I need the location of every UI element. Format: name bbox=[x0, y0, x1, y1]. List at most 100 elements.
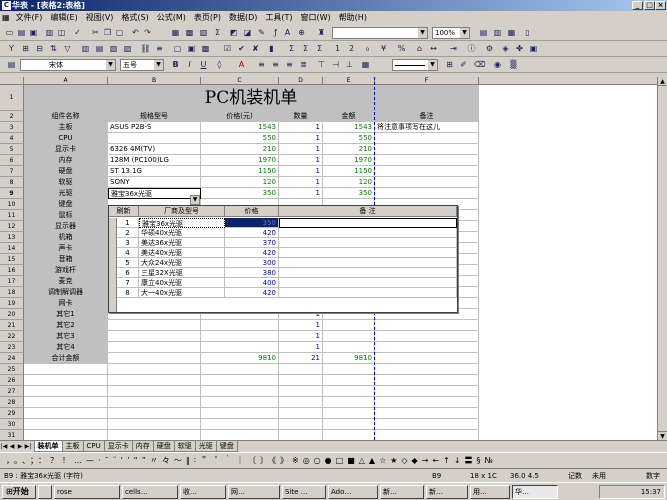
empty-cell[interactable] bbox=[24, 397, 108, 408]
price-cell[interactable]: 350 bbox=[201, 188, 279, 199]
dropdown-item[interactable]: 3 美达36x光驱 370 bbox=[109, 238, 457, 248]
table-icon[interactable]: ▦ bbox=[170, 27, 181, 38]
paste-icon[interactable]: ▢ bbox=[114, 27, 125, 38]
menu-window[interactable]: 窗口(W) bbox=[297, 11, 335, 25]
row-header[interactable]: 22 bbox=[0, 331, 24, 342]
component-cell[interactable]: 其它3 bbox=[24, 331, 108, 342]
spec-cell[interactable] bbox=[108, 320, 201, 331]
row-header[interactable]: 13 bbox=[0, 232, 24, 243]
dropdown-item[interactable]: 7 康立40x光驱 400 bbox=[109, 278, 457, 288]
qty-cell[interactable]: 1 bbox=[279, 320, 323, 331]
amount-cell[interactable]: 210 bbox=[323, 144, 375, 155]
price-cell[interactable]: 1543 bbox=[201, 122, 279, 133]
align-right-icon[interactable]: ≡ bbox=[284, 59, 295, 70]
vertical-scrollbar[interactable]: ▲ ▼ bbox=[657, 77, 667, 440]
spec-cell[interactable] bbox=[108, 353, 201, 364]
doc-icon[interactable]: ▦ bbox=[0, 11, 12, 25]
dropdown-scrollbar[interactable] bbox=[109, 218, 117, 312]
empty-cell[interactable] bbox=[24, 419, 108, 430]
component-cell[interactable]: 鼠标 bbox=[24, 210, 108, 221]
scroll-down-icon[interactable]: ▼ bbox=[658, 431, 667, 440]
taskbar-button[interactable]: cells… bbox=[122, 485, 178, 499]
taskbar-button[interactable]: 用… bbox=[470, 485, 510, 499]
mark-icon[interactable]: ✔ bbox=[236, 43, 247, 54]
qty-cell[interactable]: 1 bbox=[279, 188, 323, 199]
header-note[interactable]: 备注 bbox=[375, 111, 479, 122]
align-left-icon[interactable]: ≡ bbox=[256, 59, 267, 70]
tool-icon[interactable]: ✤ bbox=[514, 43, 525, 54]
component-cell[interactable]: 其它1 bbox=[24, 309, 108, 320]
qty-cell[interactable]: 1 bbox=[279, 155, 323, 166]
settings-icon[interactable]: ⚙ bbox=[484, 43, 495, 54]
component-cell[interactable]: 游戏杆 bbox=[24, 265, 108, 276]
header-price[interactable]: 价格(元) bbox=[201, 111, 279, 122]
note-cell[interactable] bbox=[375, 166, 479, 177]
image-icon[interactable]: ◩ bbox=[228, 27, 239, 38]
sheet-title[interactable]: PC机装机单 bbox=[24, 85, 479, 111]
qty-cell[interactable]: 1 bbox=[279, 144, 323, 155]
empty-cell[interactable] bbox=[24, 430, 108, 440]
macro-icon[interactable]: ▣ bbox=[528, 43, 539, 54]
row-header[interactable]: 9 bbox=[0, 188, 24, 199]
number-icon[interactable]: 1 bbox=[332, 43, 343, 54]
group-icon[interactable]: ◈ bbox=[500, 43, 511, 54]
row-header[interactable]: 17 bbox=[0, 276, 24, 287]
view-doc-icon[interactable]: ▯ bbox=[522, 27, 533, 38]
row-header[interactable]: 29 bbox=[0, 408, 24, 419]
row-header[interactable]: 14 bbox=[0, 243, 24, 254]
row-header[interactable]: 8 bbox=[0, 177, 24, 188]
spec-cell[interactable]: 6326 4M(TV) bbox=[108, 144, 201, 155]
note-cell[interactable] bbox=[375, 155, 479, 166]
border-icon[interactable]: ▣ bbox=[186, 43, 197, 54]
component-cell[interactable]: 其它4 bbox=[24, 342, 108, 353]
refresh-header[interactable]: 刷新 bbox=[109, 206, 139, 217]
tab-floppy[interactable]: 软驱 bbox=[173, 441, 196, 452]
component-cell[interactable]: 键盘 bbox=[24, 199, 108, 210]
italic-icon[interactable]: I bbox=[184, 59, 195, 70]
row-header[interactable]: 11 bbox=[0, 210, 24, 221]
spec-cell[interactable]: ST 13.1G bbox=[108, 166, 201, 177]
empty-cell[interactable] bbox=[108, 386, 201, 397]
app-icon[interactable]: C bbox=[2, 1, 11, 10]
justify-icon[interactable]: ≣ bbox=[298, 59, 309, 70]
row-header[interactable]: 18 bbox=[0, 287, 24, 298]
amount-cell[interactable]: 1543 bbox=[323, 122, 375, 133]
col-header-b[interactable]: B bbox=[108, 77, 201, 85]
qty-cell[interactable]: 21 bbox=[279, 353, 323, 364]
dropdown-item[interactable]: 5 大众24x光驱 300 bbox=[109, 258, 457, 268]
insert-icon[interactable]: Y bbox=[6, 43, 17, 54]
indent-icon[interactable]: ⇥ bbox=[448, 43, 459, 54]
dropdown-item[interactable]: 6 三星32X光驱 380 bbox=[109, 268, 457, 278]
row-insert-icon[interactable]: ▤ bbox=[94, 43, 105, 54]
amount-cell[interactable] bbox=[323, 331, 375, 342]
spec-cell[interactable]: 雅宝36x光驱 bbox=[108, 188, 201, 199]
menu-file[interactable]: 文件(F) bbox=[12, 11, 47, 25]
scroll-up-icon[interactable]: ▲ bbox=[658, 77, 667, 86]
note-cell[interactable] bbox=[375, 133, 479, 144]
component-cell[interactable]: 机箱 bbox=[24, 232, 108, 243]
sum-row-icon[interactable]: Σ bbox=[314, 43, 325, 54]
taskbar-button[interactable]: 收… bbox=[180, 485, 226, 499]
price-cell[interactable]: 210 bbox=[201, 144, 279, 155]
symbol-bar[interactable]: ，。、；：？！…—·ˉ¨‘’“”〃々～‖∶＂＇｀｜〔〕《》※◎○●□■△▲☆★◇… bbox=[0, 452, 667, 468]
row-header[interactable]: 16 bbox=[0, 265, 24, 276]
underline-icon[interactable]: U bbox=[198, 59, 209, 70]
name-combo[interactable]: ▼ bbox=[332, 27, 428, 39]
spec-cell[interactable] bbox=[108, 342, 201, 353]
tab-keyboard[interactable]: 键盘 bbox=[215, 441, 238, 452]
check-icon[interactable]: ☑ bbox=[222, 43, 233, 54]
col-insert-icon[interactable]: ▥ bbox=[80, 43, 91, 54]
line-style-combo[interactable]: ▼ bbox=[392, 59, 438, 71]
chevron-down-icon[interactable]: ▼ bbox=[460, 28, 469, 38]
empty-cell[interactable] bbox=[24, 364, 108, 375]
amount-cell[interactable]: 350 bbox=[323, 188, 375, 199]
amount-cell[interactable]: 120 bbox=[323, 177, 375, 188]
component-cell[interactable]: 其它2 bbox=[24, 320, 108, 331]
filter-icon[interactable]: ▽ bbox=[62, 43, 73, 54]
spec-cell[interactable]: ASUS P2B-S bbox=[108, 122, 201, 133]
note-cell[interactable] bbox=[375, 188, 479, 199]
zoom-in-icon[interactable]: ⊕ bbox=[296, 27, 307, 38]
spec-cell[interactable] bbox=[108, 331, 201, 342]
row-header[interactable]: 5 bbox=[0, 144, 24, 155]
empty-cell[interactable] bbox=[24, 386, 108, 397]
